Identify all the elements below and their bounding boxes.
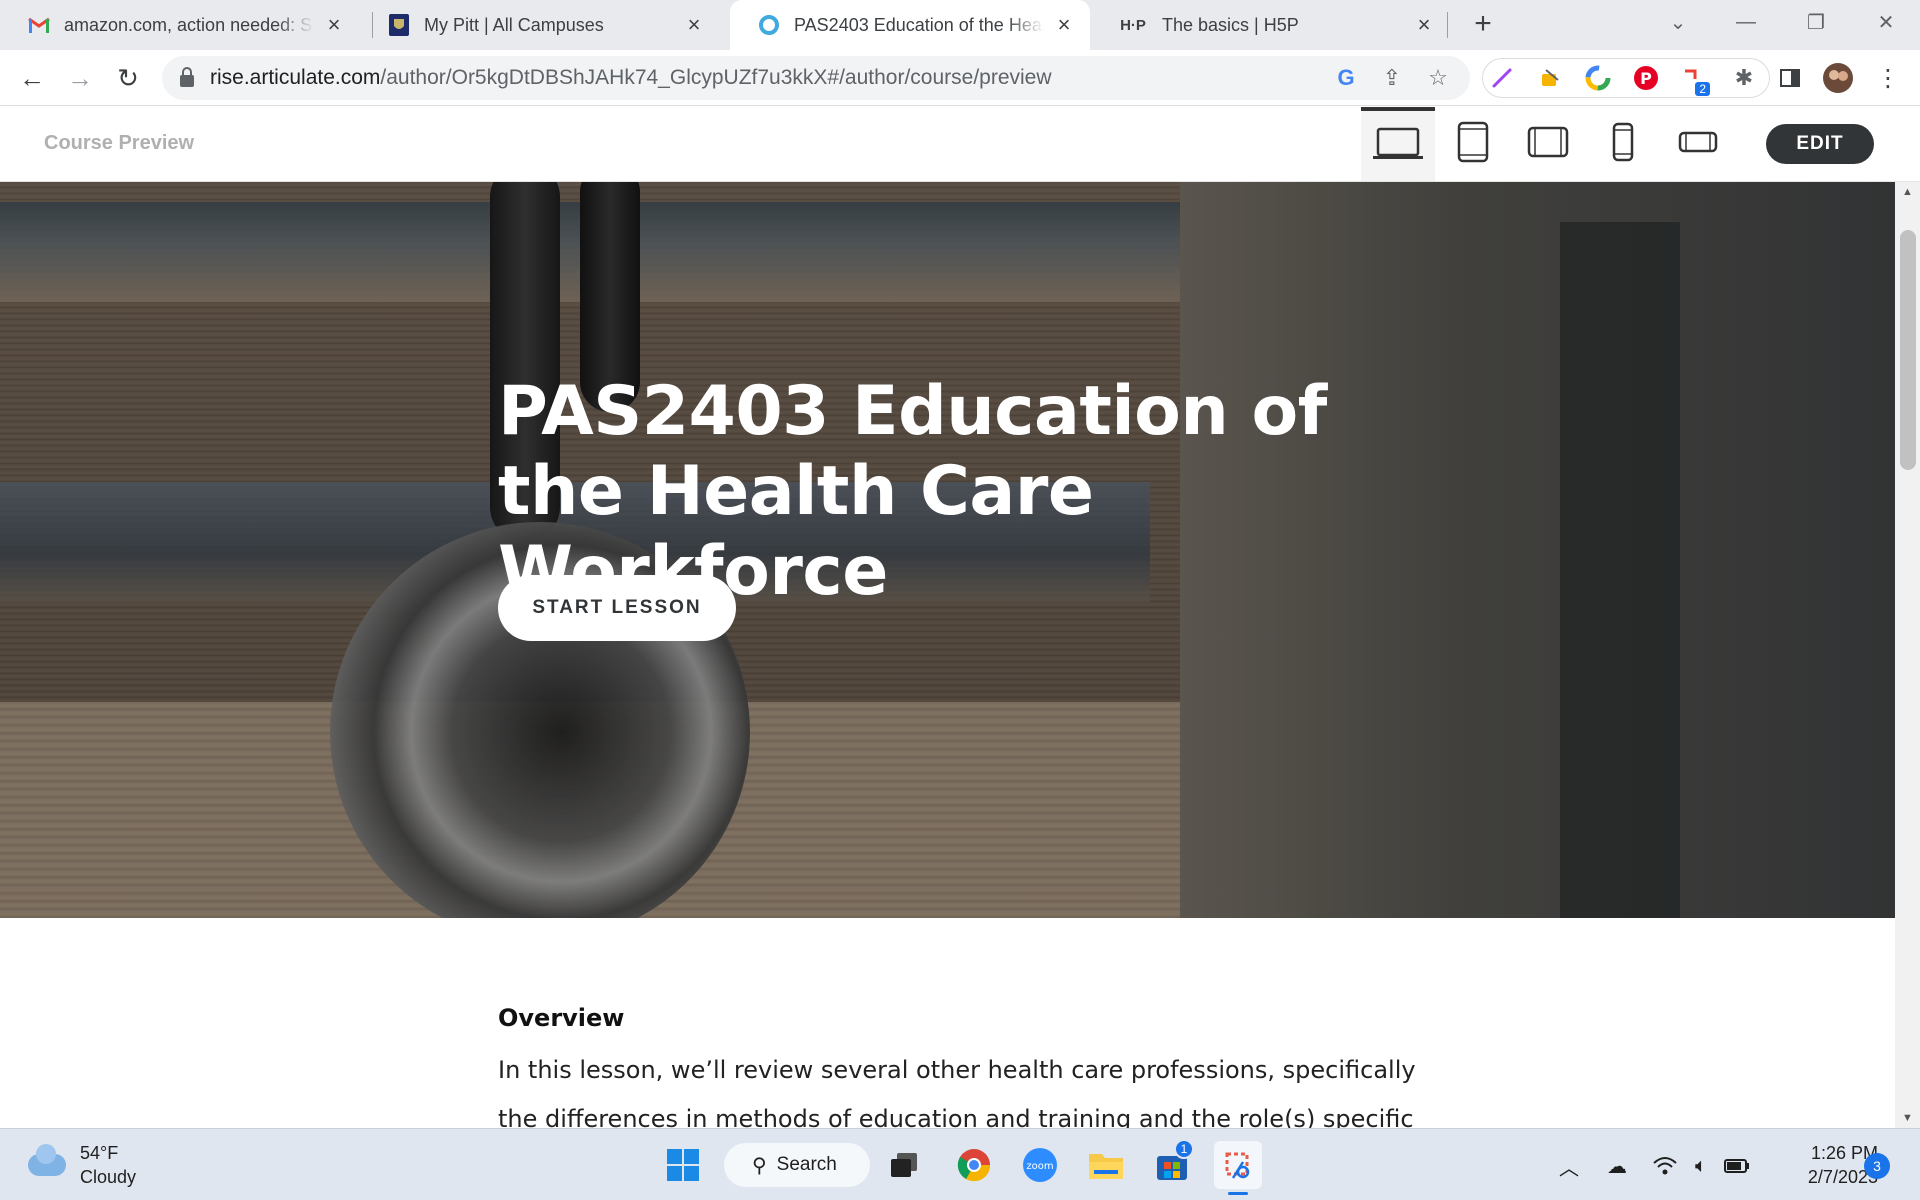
page-scrollbar[interactable]: ▲ ▼ <box>1895 182 1920 1128</box>
tab-separator <box>1447 12 1448 38</box>
close-icon[interactable]: × <box>1412 12 1436 37</box>
extensions-group <box>1482 58 1770 98</box>
rise-circle-icon <box>758 14 780 36</box>
svg-text:P: P <box>1640 69 1652 88</box>
profile-avatar[interactable] <box>1822 62 1854 94</box>
side-panel-icon[interactable] <box>1774 62 1806 94</box>
minimize-icon[interactable]: — <box>1712 0 1780 44</box>
rise-preview-header: Course Preview EDIT <box>0 107 1920 182</box>
edit-button[interactable]: EDIT <box>1766 124 1874 164</box>
overview-heading: Overview <box>498 1004 625 1032</box>
phone-landscape-icon <box>1678 131 1718 158</box>
pinterest-icon[interactable]: P <box>1630 62 1662 94</box>
google-lens-icon[interactable]: G <box>1332 64 1360 92</box>
pen-extension-icon[interactable] <box>1486 62 1518 94</box>
restore-icon[interactable]: ❐ <box>1782 0 1850 44</box>
back-arrow-icon[interactable]: ← <box>14 60 50 96</box>
tablet-icon <box>1457 121 1489 168</box>
lock-icon[interactable] <box>180 67 194 87</box>
weather-widget[interactable]: 54°F Cloudy <box>28 1141 136 1189</box>
extension-badge: 2 <box>1695 82 1710 96</box>
address-bar[interactable]: rise.articulate.com/author/Or5kgDtDBShJA… <box>162 56 1470 100</box>
laptop-icon <box>1372 127 1424 166</box>
weather-temperature: 54°F <box>80 1143 119 1163</box>
tab-search-chevron-icon[interactable]: ⌄ <box>1644 0 1712 44</box>
overview-paragraph: In this lesson, we’ll review several oth… <box>498 1056 1416 1128</box>
snipping-tool-icon[interactable] <box>1214 1141 1262 1195</box>
store-badge: 1 <box>1174 1139 1194 1159</box>
chrome-menu-icon[interactable]: ⋮ <box>1872 62 1904 94</box>
phone-landscape-view-button[interactable] <box>1661 107 1735 181</box>
windows-start-icon[interactable] <box>659 1141 707 1189</box>
cloud-icon <box>28 1144 66 1176</box>
window-close-icon[interactable]: ✕ <box>1852 0 1920 44</box>
tab-title: amazon.com, action needed: Sign in <box>64 14 314 35</box>
desktop-view-button[interactable] <box>1361 107 1435 181</box>
tab-h5p[interactable]: H·P The basics | H5P × <box>1090 0 1450 50</box>
extensions-puzzle-icon[interactable]: ✱ <box>1728 62 1760 94</box>
scrollbar-thumb[interactable] <box>1900 230 1916 470</box>
onedrive-cloud-icon[interactable]: ☁ <box>1602 1151 1632 1181</box>
file-explorer-icon[interactable] <box>1082 1141 1130 1189</box>
tab-title: My Pitt | All Campuses <box>424 14 604 35</box>
volume-icon[interactable]: 🔈︎ <box>1686 1151 1716 1181</box>
phone-view-button[interactable] <box>1586 107 1660 181</box>
tab-pas2403[interactable]: PAS2403 Education of the Health Care Wor… <box>730 0 1090 50</box>
zoom-taskbar-icon[interactable]: zoom <box>1016 1141 1064 1189</box>
color-wheel-extension-icon[interactable] <box>1582 62 1614 94</box>
chrome-taskbar-icon[interactable] <box>950 1141 998 1189</box>
tablet-landscape-icon <box>1527 126 1569 163</box>
h5p-icon: H·P <box>1120 16 1146 34</box>
reload-icon[interactable]: ↻ <box>110 60 146 96</box>
close-icon[interactable]: × <box>682 12 706 37</box>
tab-title: The basics | H5P <box>1162 14 1299 35</box>
url-text: rise.articulate.com/author/Or5kgDtDBShJA… <box>210 66 1052 89</box>
lesson-content: Overview In this lesson, we’ll review se… <box>0 918 1895 1128</box>
gmail-icon <box>28 14 50 36</box>
taskbar-search[interactable]: ⚲ Search <box>724 1143 870 1187</box>
close-icon[interactable]: × <box>322 12 346 37</box>
forward-arrow-icon[interactable]: → <box>62 60 98 96</box>
scroll-down-arrow-icon[interactable]: ▼ <box>1895 1108 1920 1128</box>
pitt-shield-icon <box>388 14 410 36</box>
bookmark-star-icon[interactable]: ☆ <box>1424 64 1452 92</box>
scroll-up-arrow-icon[interactable]: ▲ <box>1895 182 1920 202</box>
tab-my-pitt[interactable]: My Pitt | All Campuses × <box>360 0 720 50</box>
show-hidden-icons-chevron-icon[interactable]: ︿ <box>1554 1151 1584 1181</box>
close-icon[interactable]: × <box>1052 12 1076 37</box>
microsoft-store-icon[interactable]: 1 <box>1148 1139 1196 1189</box>
battery-icon[interactable] <box>1722 1151 1752 1181</box>
search-label: Search <box>776 1154 837 1175</box>
paint-extension-icon[interactable] <box>1534 62 1566 94</box>
phone-icon <box>1612 122 1634 167</box>
new-tab-button[interactable]: + <box>1466 8 1500 42</box>
tablet-landscape-view-button[interactable] <box>1511 107 1585 181</box>
tablet-view-button[interactable] <box>1436 107 1510 181</box>
browser-tab-strip: amazon.com, action needed: Sign in × My … <box>0 0 1920 50</box>
weather-description: Cloudy <box>80 1167 137 1187</box>
windows-taskbar: 54°F Cloudy ⚲ Search zoom 1 ︿ ☁ 🔈︎ 1:26 … <box>0 1128 1920 1200</box>
screencast-extension-icon[interactable]: 2 <box>1678 62 1710 96</box>
system-clock[interactable]: 1:26 PM 2/7/2023 <box>1768 1141 1878 1189</box>
clock-date: 2/7/2023 <box>1807 1167 1878 1187</box>
task-view-icon[interactable] <box>880 1141 928 1189</box>
course-hero-banner: PAS2403 Education of the Health Care Wor… <box>0 182 1895 918</box>
browser-toolbar: ← → ↻ rise.articulate.com/author/Or5kgDt… <box>0 50 1920 106</box>
tab-title: PAS2403 Education of the Health Care Wor… <box>794 14 1044 35</box>
clock-time: 1:26 PM <box>1810 1143 1878 1163</box>
svg-text:zoom: zoom <box>1026 1161 1053 1172</box>
start-lesson-button[interactable]: START LESSON <box>498 575 736 641</box>
wifi-icon[interactable] <box>1650 1151 1680 1181</box>
search-icon: ⚲ <box>752 1154 767 1177</box>
course-preview-label: Course Preview <box>44 132 195 154</box>
tab-gmail[interactable]: amazon.com, action needed: Sign in × <box>0 0 360 50</box>
share-icon[interactable]: ⇪ <box>1378 64 1406 92</box>
notification-count-badge[interactable]: 3 <box>1864 1153 1890 1179</box>
